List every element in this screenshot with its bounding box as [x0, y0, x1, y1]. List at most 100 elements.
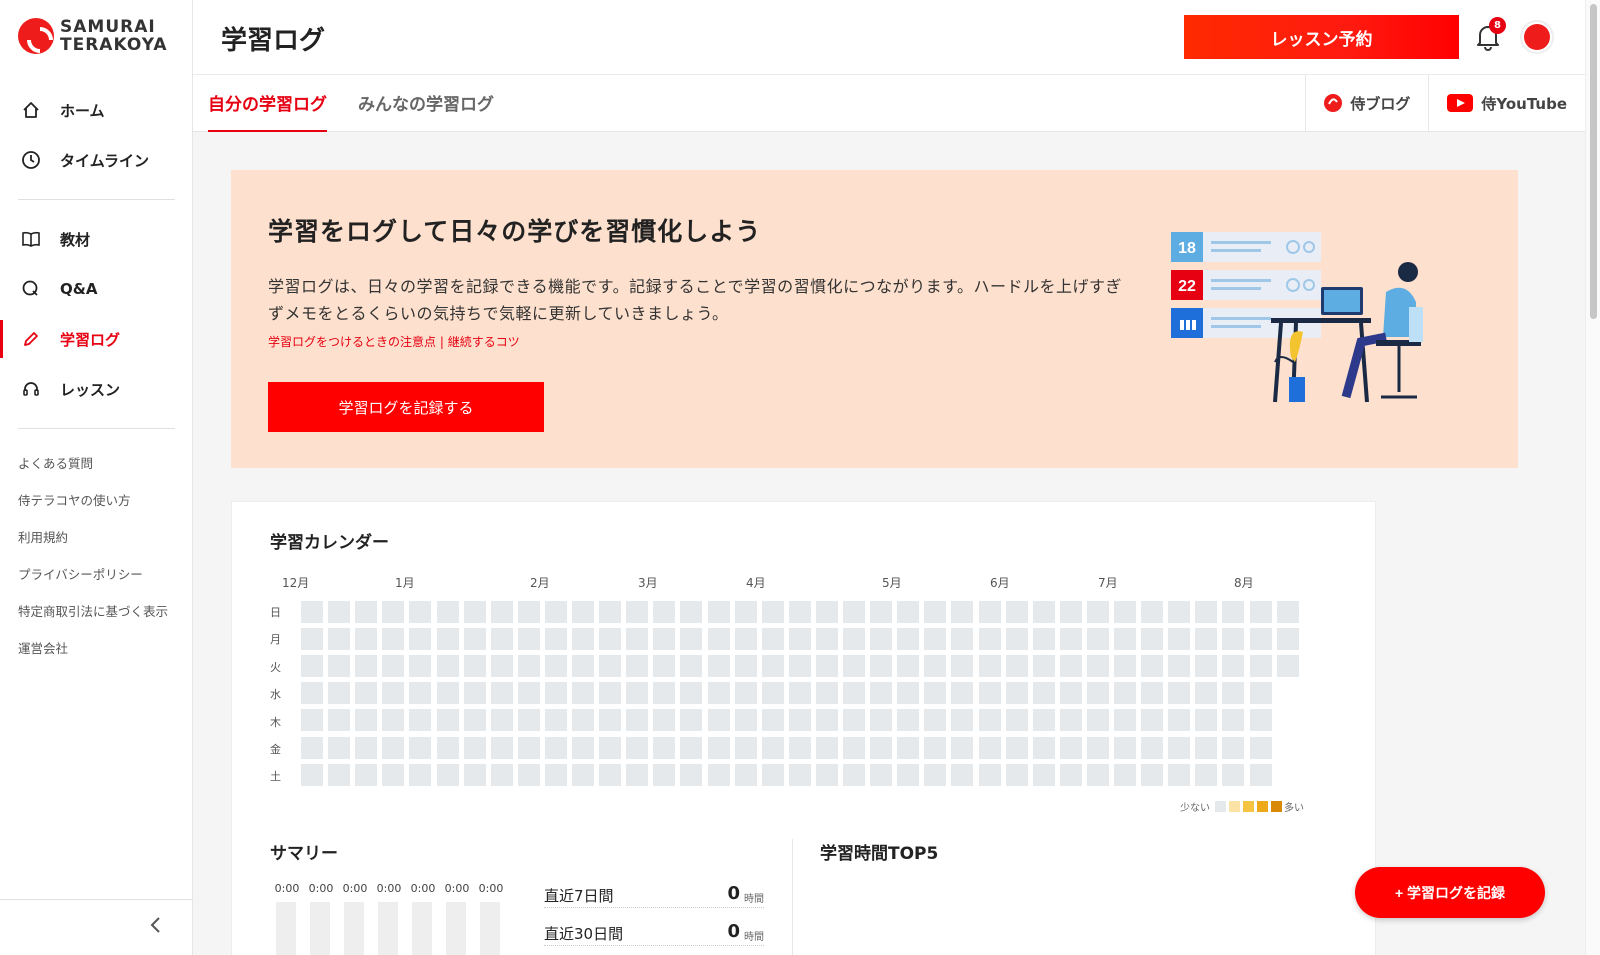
- calendar-day-cell[interactable]: [544, 709, 567, 732]
- calendar-day-cell[interactable]: [626, 682, 649, 705]
- calendar-day-cell[interactable]: [1249, 709, 1272, 732]
- calendar-day-cell[interactable]: [978, 655, 1001, 678]
- calendar-day-cell[interactable]: [870, 655, 893, 678]
- calendar-day-cell[interactable]: [788, 763, 811, 786]
- calendar-day-cell[interactable]: [1086, 628, 1109, 651]
- calendar-day-cell[interactable]: [1114, 655, 1136, 678]
- calendar-day-cell[interactable]: [1086, 682, 1109, 705]
- calendar-day-cell[interactable]: [436, 628, 459, 651]
- calendar-day-cell[interactable]: [1032, 736, 1055, 759]
- calendar-day-cell[interactable]: [815, 763, 838, 786]
- calendar-day-cell[interactable]: [978, 628, 1001, 651]
- calendar-day-cell[interactable]: [680, 709, 703, 732]
- calendar-day-cell[interactable]: [626, 709, 649, 732]
- calendar-day-cell[interactable]: [1005, 763, 1028, 786]
- privacy-link[interactable]: プライバシーポリシー: [18, 566, 178, 584]
- calendar-day-cell[interactable]: [1168, 682, 1191, 705]
- calendar-day-cell[interactable]: [1005, 601, 1028, 623]
- calendar-day-cell[interactable]: [788, 682, 811, 705]
- scrollbar-thumb[interactable]: [1590, 4, 1597, 319]
- calendar-day-cell[interactable]: [301, 709, 323, 732]
- calendar-day-cell[interactable]: [355, 763, 378, 786]
- calendar-day-cell[interactable]: [517, 736, 540, 759]
- how-to-use-link[interactable]: 侍テラコヤの使い方: [18, 492, 178, 510]
- calendar-day-cell[interactable]: [355, 655, 378, 678]
- calendar-day-cell[interactable]: [301, 628, 323, 651]
- calendar-day-cell[interactable]: [544, 682, 567, 705]
- calendar-day-cell[interactable]: [761, 601, 784, 623]
- calendar-day-cell[interactable]: [572, 655, 594, 678]
- calendar-day-cell[interactable]: [653, 628, 676, 651]
- calendar-day-cell[interactable]: [815, 601, 838, 623]
- calendar-day-cell[interactable]: [328, 682, 351, 705]
- calendar-day-cell[interactable]: [951, 682, 974, 705]
- sidebar-item-qa[interactable]: Q&A: [0, 264, 193, 314]
- calendar-day-cell[interactable]: [1222, 709, 1245, 732]
- calendar-day-cell[interactable]: [1141, 682, 1164, 705]
- calendar-day-cell[interactable]: [355, 601, 378, 623]
- calendar-day-cell[interactable]: [382, 628, 405, 651]
- calendar-day-cell[interactable]: [951, 736, 974, 759]
- calendar-day-cell[interactable]: [1168, 655, 1191, 678]
- calendar-day-cell[interactable]: [409, 655, 432, 678]
- calendar-day-cell[interactable]: [897, 655, 920, 678]
- calendar-day-cell[interactable]: [1195, 655, 1218, 678]
- calendar-day-cell[interactable]: [1005, 709, 1028, 732]
- calendar-day-cell[interactable]: [815, 709, 838, 732]
- calendar-day-cell[interactable]: [328, 736, 351, 759]
- calendar-day-cell[interactable]: [626, 736, 649, 759]
- calendar-day-cell[interactable]: [707, 601, 730, 623]
- terms-link[interactable]: 利用規約: [18, 529, 178, 547]
- calendar-day-cell[interactable]: [1222, 655, 1245, 678]
- calendar-day-cell[interactable]: [734, 628, 757, 651]
- calendar-day-cell[interactable]: [1168, 763, 1191, 786]
- calendar-day-cell[interactable]: [436, 682, 459, 705]
- calendar-day-cell[interactable]: [1059, 655, 1082, 678]
- calendar-day-cell[interactable]: [409, 736, 432, 759]
- calendar-day-cell[interactable]: [924, 736, 947, 759]
- calendar-day-cell[interactable]: [463, 709, 486, 732]
- calendar-day-cell[interactable]: [1032, 628, 1055, 651]
- calendar-day-cell[interactable]: [924, 709, 947, 732]
- calendar-day-cell[interactable]: [463, 601, 486, 623]
- calendar-day-cell[interactable]: [1114, 763, 1136, 786]
- calendar-day-cell[interactable]: [1059, 601, 1082, 623]
- calendar-day-cell[interactable]: [924, 601, 947, 623]
- calendar-day-cell[interactable]: [1249, 655, 1272, 678]
- calendar-day-cell[interactable]: [1032, 601, 1055, 623]
- calendar-day-cell[interactable]: [409, 601, 432, 623]
- calendar-day-cell[interactable]: [355, 682, 378, 705]
- calendar-day-cell[interactable]: [1222, 682, 1245, 705]
- calendar-day-cell[interactable]: [1222, 601, 1245, 623]
- calendar-day-cell[interactable]: [788, 628, 811, 651]
- calendar-day-cell[interactable]: [1086, 601, 1109, 623]
- calendar-day-cell[interactable]: [843, 601, 865, 623]
- calendar-day-cell[interactable]: [1059, 682, 1082, 705]
- avatar[interactable]: [1520, 20, 1554, 54]
- calendar-day-cell[interactable]: [653, 682, 676, 705]
- calendar-day-cell[interactable]: [436, 601, 459, 623]
- calendar-day-cell[interactable]: [1114, 628, 1136, 651]
- tips-continue-link[interactable]: 継続するコツ: [448, 335, 520, 349]
- calendar-day-cell[interactable]: [1195, 601, 1218, 623]
- calendar-day-cell[interactable]: [897, 709, 920, 732]
- calendar-day-cell[interactable]: [382, 736, 405, 759]
- calendar-day-cell[interactable]: [680, 628, 703, 651]
- calendar-day-cell[interactable]: [1249, 736, 1272, 759]
- calendar-day-cell[interactable]: [301, 655, 323, 678]
- calendar-day-cell[interactable]: [870, 601, 893, 623]
- calendar-day-cell[interactable]: [517, 628, 540, 651]
- calendar-day-cell[interactable]: [734, 763, 757, 786]
- calendar-day-cell[interactable]: [653, 763, 676, 786]
- calendar-day-cell[interactable]: [517, 763, 540, 786]
- calendar-day-cell[interactable]: [1276, 628, 1299, 651]
- calendar-day-cell[interactable]: [1032, 682, 1055, 705]
- calendar-day-cell[interactable]: [301, 601, 323, 623]
- calendar-day-cell[interactable]: [1005, 736, 1028, 759]
- calendar-day-cell[interactable]: [680, 682, 703, 705]
- calendar-day-cell[interactable]: [328, 709, 351, 732]
- calendar-day-cell[interactable]: [626, 763, 649, 786]
- tips-caution-link[interactable]: 学習ログをつけるときの注意点: [268, 335, 436, 349]
- calendar-day-cell[interactable]: [897, 628, 920, 651]
- calendar-day-cell[interactable]: [734, 655, 757, 678]
